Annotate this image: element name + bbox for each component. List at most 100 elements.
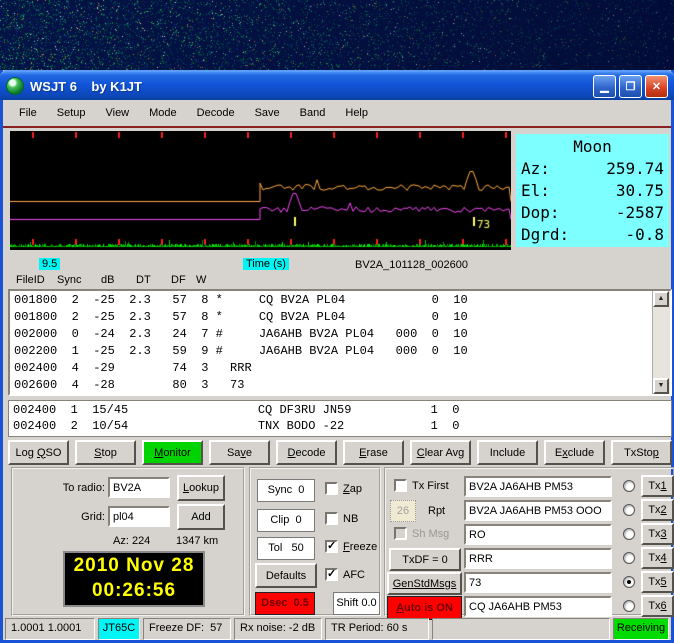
average-text-area[interactable]: 002400 1 15/45 CQ DF3RU JN59 1 0 002400 …: [8, 400, 672, 437]
tx-message-1[interactable]: [464, 476, 612, 497]
waterfall-display: [0, 0, 674, 70]
minimize-button[interactable]: ▁: [593, 75, 616, 98]
screen: { "titlebar": { "title": "WSJT 6 by K1JT…: [0, 0, 674, 643]
maximize-button[interactable]: ❐: [619, 75, 642, 98]
txdf-button[interactable]: TxDF = 0: [389, 548, 461, 571]
distance-value: 1347 km: [176, 535, 218, 547]
col-db: dB: [101, 274, 114, 286]
tx-message-4[interactable]: [464, 548, 612, 569]
menu-mode[interactable]: Mode: [139, 104, 187, 122]
scroll-down-button[interactable]: ▼: [653, 378, 669, 394]
defaults-button[interactable]: Defaults: [255, 563, 317, 588]
tx-message-3[interactable]: [464, 524, 612, 545]
menu-setup[interactable]: Setup: [47, 104, 96, 122]
sh-msg-checkbox[interactable]: Sh Msg: [394, 527, 449, 540]
freeze-label: Freeze: [343, 541, 377, 553]
tx-message-5[interactable]: [464, 572, 612, 593]
tx3-button[interactable]: Tx3: [641, 523, 674, 545]
tx-radio-5[interactable]: [623, 576, 635, 588]
close-icon: ✕: [652, 80, 661, 93]
menu-view[interactable]: View: [95, 104, 139, 122]
minimize-icon: ▁: [600, 80, 608, 93]
status-mode: JT65C: [98, 618, 140, 640]
tx2-button[interactable]: Tx2: [641, 499, 674, 521]
freeze-checkbox[interactable]: Freeze: [325, 540, 377, 553]
sh-msg-checkbox-box[interactable]: [394, 527, 407, 540]
moon-dgrd-value: -0.8: [625, 224, 664, 246]
menu-bar: File Setup View Mode Decode Save Band He…: [3, 102, 671, 124]
to-radio-input[interactable]: [108, 477, 170, 498]
tx-first-checkbox-box[interactable]: [394, 479, 407, 492]
scroll-up-icon: ▲: [658, 295, 665, 302]
action-button-row: Log QSO Stop Monitor Save Decode Erase C…: [8, 440, 672, 465]
stop-button[interactable]: Stop: [75, 440, 136, 465]
save-button[interactable]: Save: [209, 440, 270, 465]
include-button[interactable]: Include: [477, 440, 538, 465]
status-tr-period: TR Period: 60 s: [325, 618, 429, 640]
col-w: W: [196, 274, 206, 286]
tx-radio-6[interactable]: [623, 600, 635, 612]
clear-avg-button[interactable]: Clear Avg: [410, 440, 471, 465]
zap-checkbox[interactable]: Zap: [325, 482, 362, 495]
tx-radio-4[interactable]: [623, 552, 635, 564]
exclude-button[interactable]: Exclude: [544, 440, 605, 465]
decode-button[interactable]: Decode: [276, 440, 337, 465]
sh-msg-label: Sh Msg: [412, 528, 449, 540]
log-qso-button[interactable]: Log QSO: [8, 440, 69, 465]
add-button[interactable]: Add: [177, 504, 225, 530]
menu-file[interactable]: File: [9, 104, 47, 122]
erase-button[interactable]: Erase: [343, 440, 404, 465]
scroll-up-button[interactable]: ▲: [653, 291, 669, 307]
zap-checkbox-box[interactable]: [325, 482, 338, 495]
scrollbar[interactable]: ▲ ▼: [652, 291, 670, 394]
monitor-button[interactable]: Monitor: [142, 440, 203, 465]
time-axis-label: Time (s): [243, 258, 289, 270]
nb-checkbox-box[interactable]: [325, 512, 338, 525]
shift-control[interactable]: Shift 0.0: [333, 592, 380, 615]
tol-control[interactable]: Tol 50: [257, 537, 315, 560]
sync-control[interactable]: Sync 0: [257, 479, 315, 502]
menu-decode[interactable]: Decode: [187, 104, 245, 122]
status-bar: 1.0001 1.0001 JT65C Freeze DF: 57 Rx noi…: [5, 618, 669, 640]
rpt-value-box[interactable]: 26: [390, 500, 416, 522]
maximize-icon: ❐: [626, 80, 636, 93]
tx-radio-1[interactable]: [623, 480, 635, 492]
grid-input[interactable]: [108, 506, 170, 527]
moon-dop-label: Dop:: [521, 202, 560, 224]
menu-save[interactable]: Save: [245, 104, 290, 122]
status-freeze-df: Freeze DF: 57: [143, 618, 231, 640]
tx-message-2[interactable]: [464, 500, 612, 521]
nb-label: NB: [343, 513, 358, 525]
clip-control[interactable]: Clip 0: [257, 509, 315, 532]
decoded-text-area[interactable]: 001800 2 -25 2.3 57 8 * CQ BV2A PL04 0 1…: [8, 289, 672, 396]
menu-band[interactable]: Band: [290, 104, 336, 122]
col-df: DF: [171, 274, 186, 286]
dsec-control[interactable]: Dsec 0.5: [255, 592, 315, 615]
tx6-button[interactable]: Tx6: [641, 595, 674, 617]
lookup-button[interactable]: Lookup: [177, 475, 225, 501]
tx5-button[interactable]: Tx5: [641, 571, 674, 593]
tx4-button[interactable]: Tx4: [641, 547, 674, 569]
txstop-button[interactable]: TxStop: [611, 440, 672, 465]
gen-std-msgs-button[interactable]: GenStdMsgs: [387, 572, 462, 595]
afc-checkbox-box[interactable]: [325, 568, 338, 581]
title-bar[interactable]: WSJT 6 by K1JT ▁ ❐ ✕: [0, 70, 674, 100]
decoded-text: 001800 2 -25 2.3 57 8 * CQ BV2A PL04 0 1…: [14, 292, 670, 394]
col-sync: Sync: [57, 274, 81, 286]
status-spacer: [432, 618, 610, 640]
nb-checkbox[interactable]: NB: [325, 512, 358, 525]
close-button[interactable]: ✕: [645, 75, 668, 98]
tx1-button[interactable]: Tx1: [641, 475, 674, 497]
moon-az-label: Az:: [521, 158, 550, 180]
tx-radio-2[interactable]: [623, 504, 635, 516]
afc-checkbox[interactable]: AFC: [325, 568, 365, 581]
time-value: 00:26:56: [65, 578, 203, 603]
rpt-label: Rpt: [428, 505, 445, 517]
auto-button[interactable]: Auto is ON: [387, 596, 462, 620]
tx-radio-3[interactable]: [623, 528, 635, 540]
to-radio-label: To radio:: [43, 482, 105, 494]
menu-help[interactable]: Help: [335, 104, 378, 122]
freeze-checkbox-box[interactable]: [325, 540, 338, 553]
tx-message-6[interactable]: [464, 596, 612, 617]
tx-first-checkbox[interactable]: Tx First: [394, 479, 449, 492]
